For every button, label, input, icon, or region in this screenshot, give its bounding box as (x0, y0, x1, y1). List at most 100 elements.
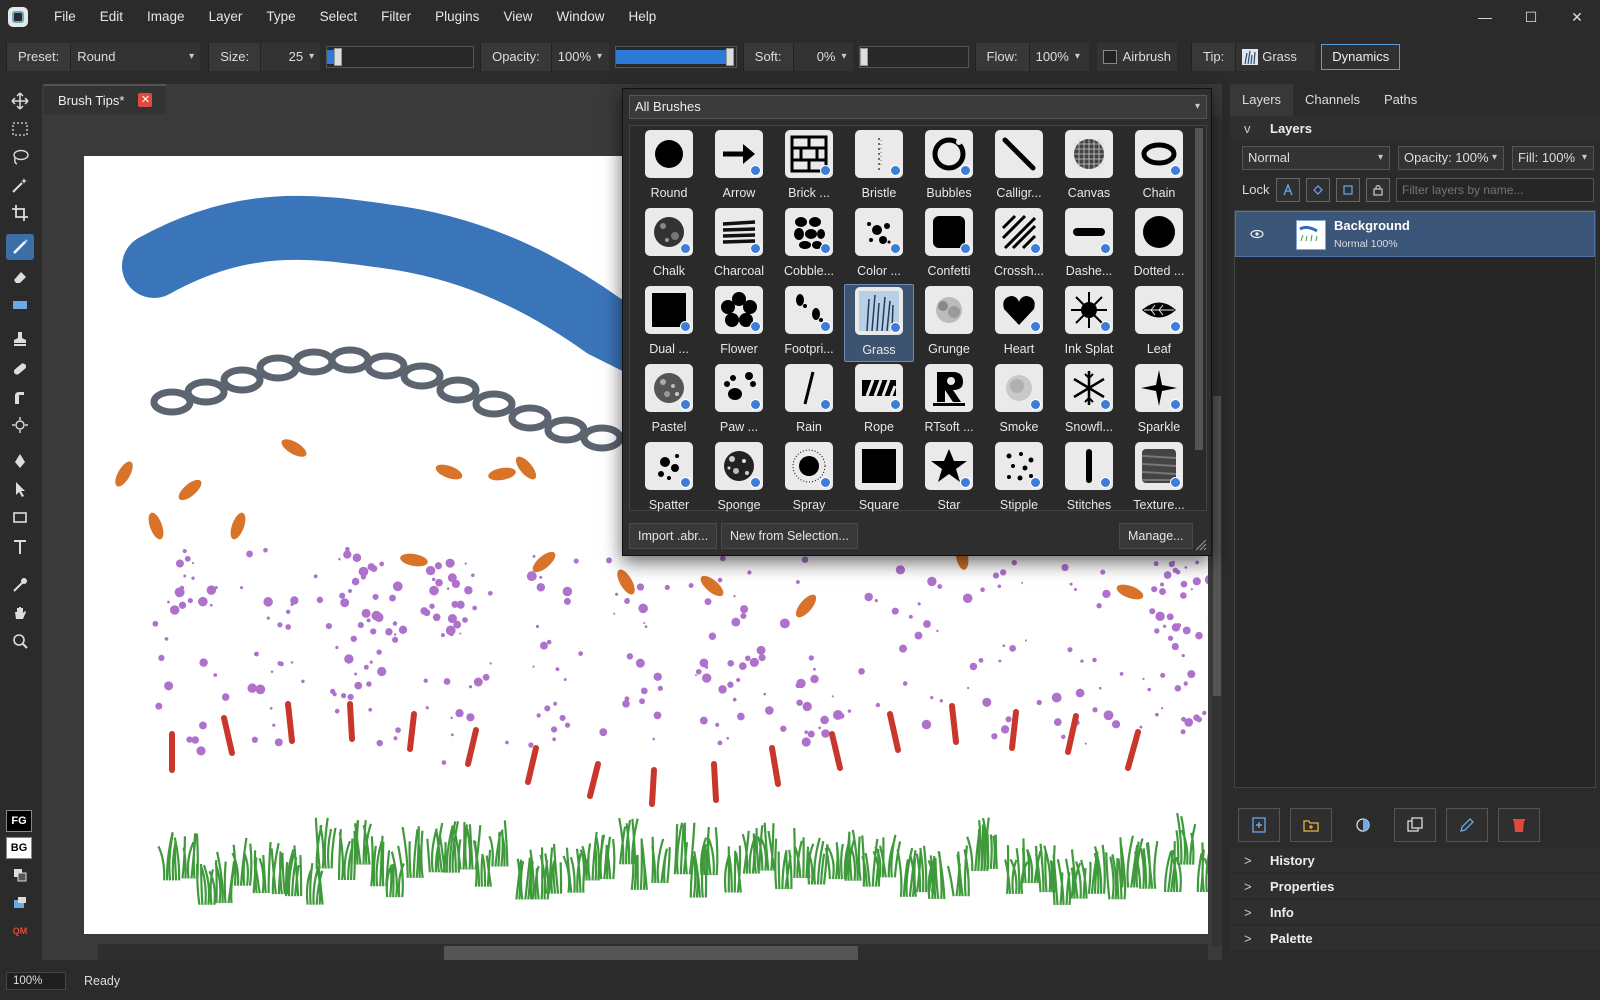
zoom-tool-icon[interactable] (6, 628, 34, 654)
lasso-tool-icon[interactable] (6, 144, 34, 170)
pen-tool-icon[interactable] (6, 448, 34, 474)
soft-slider[interactable] (858, 46, 969, 68)
flow-spinbox[interactable]: 100% ▾ (1028, 43, 1089, 71)
brush-tile[interactable]: Smoke (984, 362, 1054, 440)
foreground-color-swatch[interactable]: FG (6, 810, 32, 832)
brush-tile[interactable]: Dual ... (634, 284, 704, 362)
eraser-tool-icon[interactable] (6, 264, 34, 290)
menu-layer[interactable]: Layer (197, 0, 255, 34)
healing-tool-icon[interactable] (6, 356, 34, 382)
stamp-tool-icon[interactable] (6, 326, 34, 352)
brush-category-dropdown[interactable]: All Brushes ▾ (629, 95, 1207, 119)
dynamics-button[interactable]: Dynamics (1321, 44, 1401, 70)
blend-mode-dropdown[interactable]: Normal ▾ (1242, 146, 1390, 170)
crop-tool-icon[interactable] (6, 200, 34, 226)
menu-help[interactable]: Help (616, 0, 668, 34)
manage-brushes-button[interactable]: Manage... (1119, 523, 1193, 549)
edit-layer-icon[interactable] (1446, 808, 1488, 842)
magic-wand-tool-icon[interactable] (6, 172, 34, 198)
marquee-tool-icon[interactable] (6, 116, 34, 142)
brush-tile[interactable]: Bristle (844, 128, 914, 206)
duplicate-layer-icon[interactable] (1394, 808, 1436, 842)
import-abr-button[interactable]: Import .abr... (629, 523, 718, 549)
lock-all-icon[interactable] (1366, 178, 1390, 202)
brush-tile[interactable]: Pastel (634, 362, 704, 440)
resize-grip-icon[interactable] (1195, 539, 1207, 551)
brush-grid-scroll-thumb[interactable] (1195, 128, 1203, 450)
brush-tile[interactable]: Charcoal (704, 206, 774, 284)
zoom-field[interactable]: 100% (6, 972, 66, 990)
menu-file[interactable]: File (42, 0, 88, 34)
brush-tile[interactable]: Spatter (634, 440, 704, 518)
brush-tile[interactable]: Star (914, 440, 984, 518)
canvas-vertical-scrollbar[interactable] (1212, 116, 1222, 946)
palette-section-header[interactable]: > Palette (1230, 926, 1600, 950)
type-tool-icon[interactable] (6, 534, 34, 560)
brush-tile[interactable]: Color ... (844, 206, 914, 284)
adjustment-layer-icon[interactable] (1342, 808, 1384, 842)
menu-select[interactable]: Select (308, 0, 370, 34)
menu-type[interactable]: Type (254, 0, 307, 34)
menu-view[interactable]: View (491, 0, 544, 34)
brush-tile[interactable]: Sparkle (1124, 362, 1194, 440)
brush-tool-icon[interactable] (6, 234, 34, 260)
dodge-tool-icon[interactable] (6, 412, 34, 438)
size-slider-thumb[interactable] (333, 48, 342, 66)
size-spinbox[interactable]: 25 ▾ (260, 43, 321, 71)
tab-channels[interactable]: Channels (1293, 84, 1372, 116)
close-icon[interactable]: ✕ (138, 93, 153, 107)
tab-paths[interactable]: Paths (1372, 84, 1429, 116)
brush-tile[interactable]: RTsoft ... (914, 362, 984, 440)
document-tab[interactable]: Brush Tips* ✕ (44, 84, 167, 114)
airbrush-checkbox[interactable] (1102, 50, 1117, 64)
brush-tile[interactable]: Rain (774, 362, 844, 440)
brush-tile[interactable]: Paw ... (704, 362, 774, 440)
brush-tile[interactable]: Dashe... (1054, 206, 1124, 284)
hand-tool-icon[interactable] (6, 600, 34, 626)
menu-window[interactable]: Window (544, 0, 616, 34)
soft-slider-thumb[interactable] (859, 48, 868, 66)
tab-layers[interactable]: Layers (1230, 84, 1294, 116)
eye-icon[interactable] (1250, 228, 1264, 240)
smudge-tool-icon[interactable] (6, 384, 34, 410)
path-select-tool-icon[interactable] (6, 476, 34, 502)
quick-mask-button[interactable]: QM (6, 918, 34, 944)
filter-layers-input[interactable] (1396, 178, 1594, 202)
layer-opacity-dropdown[interactable]: Opacity: 100% ▾ (1398, 146, 1504, 170)
info-section-header[interactable]: > Info (1230, 900, 1600, 924)
lock-image-icon[interactable] (1306, 178, 1330, 202)
opacity-slider[interactable] (614, 46, 737, 68)
default-colors-icon[interactable] (6, 890, 34, 916)
brush-tile[interactable]: Confetti (914, 206, 984, 284)
soft-spinbox[interactable]: 0% ▾ (792, 43, 853, 71)
brush-tile[interactable]: Ink Splat (1054, 284, 1124, 362)
brush-tile[interactable]: Chain (1124, 128, 1194, 206)
brush-tile[interactable]: Grass (844, 284, 914, 362)
brush-tile[interactable]: Stitches (1054, 440, 1124, 518)
brush-tile[interactable]: Brick ... (774, 128, 844, 206)
swap-colors-icon[interactable] (6, 862, 34, 888)
brush-tile[interactable]: Cobble... (774, 206, 844, 284)
delete-layer-icon[interactable] (1498, 808, 1540, 842)
move-tool-icon[interactable] (6, 88, 34, 114)
brush-tile[interactable]: Footpri... (774, 284, 844, 362)
new-group-icon[interactable] (1290, 808, 1332, 842)
close-button[interactable]: ✕ (1554, 0, 1600, 34)
size-slider[interactable] (326, 46, 475, 68)
brush-tile[interactable]: Round (634, 128, 704, 206)
brush-tile[interactable]: Grunge (914, 284, 984, 362)
properties-section-header[interactable]: > Properties (1230, 874, 1600, 898)
gradient-tool-icon[interactable] (6, 292, 34, 318)
brush-tile[interactable]: Calligr... (984, 128, 1054, 206)
layers-section-header[interactable]: v Layers (1230, 116, 1600, 140)
canvas-horizontal-scrollbar[interactable] (98, 944, 1208, 960)
horizontal-scroll-thumb[interactable] (444, 946, 858, 960)
brush-tile[interactable]: Bubbles (914, 128, 984, 206)
brush-tile[interactable]: Crossh... (984, 206, 1054, 284)
tip-selector[interactable]: Grass (1235, 43, 1316, 71)
layer-row[interactable]: Background Normal 100% (1235, 211, 1595, 257)
brush-tile[interactable]: Arrow (704, 128, 774, 206)
brush-tile[interactable]: Square (844, 440, 914, 518)
opacity-slider-thumb[interactable] (725, 48, 734, 66)
brush-tile[interactable]: Chalk (634, 206, 704, 284)
